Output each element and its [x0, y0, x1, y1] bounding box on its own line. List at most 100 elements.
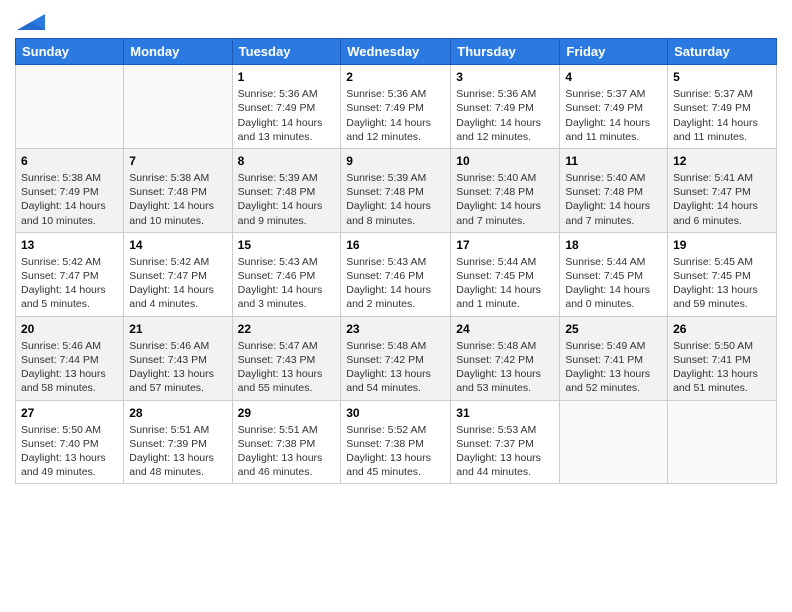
day-number: 30: [346, 405, 445, 421]
day-number: 29: [238, 405, 336, 421]
calendar-week-row: 6 Sunrise: 5:38 AM Sunset: 7:49 PM Daylig…: [16, 148, 777, 232]
calendar-cell: 29 Sunrise: 5:51 AM Sunset: 7:38 PM Dayli…: [232, 400, 341, 484]
weekday-header-saturday: Saturday: [668, 39, 777, 65]
calendar-cell: 21 Sunrise: 5:46 AM Sunset: 7:43 PM Dayli…: [124, 316, 232, 400]
day-info: Sunrise: 5:53 AM Sunset: 7:37 PM Dayligh…: [456, 423, 554, 480]
day-number: 2: [346, 69, 445, 85]
day-info: Sunrise: 5:48 AM Sunset: 7:42 PM Dayligh…: [456, 339, 554, 396]
day-number: 16: [346, 237, 445, 253]
weekday-header-monday: Monday: [124, 39, 232, 65]
calendar-cell: [16, 65, 124, 149]
day-info: Sunrise: 5:50 AM Sunset: 7:41 PM Dayligh…: [673, 339, 771, 396]
day-info: Sunrise: 5:36 AM Sunset: 7:49 PM Dayligh…: [346, 87, 445, 144]
calendar-week-row: 1 Sunrise: 5:36 AM Sunset: 7:49 PM Daylig…: [16, 65, 777, 149]
day-number: 24: [456, 321, 554, 337]
day-info: Sunrise: 5:39 AM Sunset: 7:48 PM Dayligh…: [346, 171, 445, 228]
day-info: Sunrise: 5:38 AM Sunset: 7:49 PM Dayligh…: [21, 171, 118, 228]
day-number: 8: [238, 153, 336, 169]
day-number: 31: [456, 405, 554, 421]
day-number: 21: [129, 321, 226, 337]
day-info: Sunrise: 5:40 AM Sunset: 7:48 PM Dayligh…: [456, 171, 554, 228]
calendar-cell: 23Sunrise: 5:48 AM Sunset: 7:42 PM Dayli…: [341, 316, 451, 400]
weekday-header-wednesday: Wednesday: [341, 39, 451, 65]
day-info: Sunrise: 5:41 AM Sunset: 7:47 PM Dayligh…: [673, 171, 771, 228]
day-number: 26: [673, 321, 771, 337]
day-info: Sunrise: 5:46 AM Sunset: 7:43 PM Dayligh…: [129, 339, 226, 396]
day-info: Sunrise: 5:45 AM Sunset: 7:45 PM Dayligh…: [673, 255, 771, 312]
day-info: Sunrise: 5:38 AM Sunset: 7:48 PM Dayligh…: [129, 171, 226, 228]
day-number: 22: [238, 321, 336, 337]
calendar-week-row: 13Sunrise: 5:42 AM Sunset: 7:47 PM Dayli…: [16, 232, 777, 316]
calendar-table: SundayMondayTuesdayWednesdayThursdayFrid…: [15, 38, 777, 484]
day-info: Sunrise: 5:39 AM Sunset: 7:48 PM Dayligh…: [238, 171, 336, 228]
day-info: Sunrise: 5:37 AM Sunset: 7:49 PM Dayligh…: [565, 87, 662, 144]
weekday-header-sunday: Sunday: [16, 39, 124, 65]
day-number: 9: [346, 153, 445, 169]
day-number: 15: [238, 237, 336, 253]
calendar-cell: 12 Sunrise: 5:41 AM Sunset: 7:47 PM Dayli…: [668, 148, 777, 232]
day-number: 4: [565, 69, 662, 85]
day-number: 18: [565, 237, 662, 253]
logo: [15, 14, 45, 30]
day-info: Sunrise: 5:51 AM Sunset: 7:38 PM Dayligh…: [238, 423, 336, 480]
calendar-cell: [560, 400, 668, 484]
calendar-cell: 14Sunrise: 5:42 AM Sunset: 7:47 PM Dayli…: [124, 232, 232, 316]
calendar-cell: [668, 400, 777, 484]
day-number: 6: [21, 153, 118, 169]
day-info: Sunrise: 5:40 AM Sunset: 7:48 PM Dayligh…: [565, 171, 662, 228]
day-number: 5: [673, 69, 771, 85]
day-info: Sunrise: 5:44 AM Sunset: 7:45 PM Dayligh…: [565, 255, 662, 312]
calendar-cell: 20 Sunrise: 5:46 AM Sunset: 7:44 PM Dayli…: [16, 316, 124, 400]
day-info: Sunrise: 5:44 AM Sunset: 7:45 PM Dayligh…: [456, 255, 554, 312]
day-info: Sunrise: 5:46 AM Sunset: 7:44 PM Dayligh…: [21, 339, 118, 396]
weekday-header-thursday: Thursday: [451, 39, 560, 65]
calendar-cell: 24 Sunrise: 5:48 AM Sunset: 7:42 PM Dayli…: [451, 316, 560, 400]
day-number: 28: [129, 405, 226, 421]
day-info: Sunrise: 5:36 AM Sunset: 7:49 PM Dayligh…: [238, 87, 336, 144]
day-number: 17: [456, 237, 554, 253]
calendar-cell: 15 Sunrise: 5:43 AM Sunset: 7:46 PM Dayli…: [232, 232, 341, 316]
day-info: Sunrise: 5:43 AM Sunset: 7:46 PM Dayligh…: [346, 255, 445, 312]
calendar-cell: 2 Sunrise: 5:36 AM Sunset: 7:49 PM Daylig…: [341, 65, 451, 149]
day-number: 1: [238, 69, 336, 85]
day-info: Sunrise: 5:51 AM Sunset: 7:39 PM Dayligh…: [129, 423, 226, 480]
calendar-cell: [124, 65, 232, 149]
logo-icon: [17, 14, 45, 30]
calendar-cell: 18 Sunrise: 5:44 AM Sunset: 7:45 PM Dayli…: [560, 232, 668, 316]
weekday-header-row: SundayMondayTuesdayWednesdayThursdayFrid…: [16, 39, 777, 65]
calendar-cell: 4 Sunrise: 5:37 AM Sunset: 7:49 PM Daylig…: [560, 65, 668, 149]
day-number: 11: [565, 153, 662, 169]
day-number: 14: [129, 237, 226, 253]
calendar-week-row: 27 Sunrise: 5:50 AM Sunset: 7:40 PM Dayli…: [16, 400, 777, 484]
day-number: 20: [21, 321, 118, 337]
calendar-cell: 19 Sunrise: 5:45 AM Sunset: 7:45 PM Dayli…: [668, 232, 777, 316]
calendar-cell: 9 Sunrise: 5:39 AM Sunset: 7:48 PM Daylig…: [341, 148, 451, 232]
day-info: Sunrise: 5:42 AM Sunset: 7:47 PM Dayligh…: [21, 255, 118, 312]
calendar-cell: 25Sunrise: 5:49 AM Sunset: 7:41 PM Dayli…: [560, 316, 668, 400]
weekday-header-friday: Friday: [560, 39, 668, 65]
calendar-cell: 5 Sunrise: 5:37 AM Sunset: 7:49 PM Daylig…: [668, 65, 777, 149]
page-header: [15, 10, 777, 30]
calendar-cell: 11 Sunrise: 5:40 AM Sunset: 7:48 PM Dayli…: [560, 148, 668, 232]
day-number: 7: [129, 153, 226, 169]
day-info: Sunrise: 5:43 AM Sunset: 7:46 PM Dayligh…: [238, 255, 336, 312]
calendar-week-row: 20 Sunrise: 5:46 AM Sunset: 7:44 PM Dayli…: [16, 316, 777, 400]
day-info: Sunrise: 5:49 AM Sunset: 7:41 PM Dayligh…: [565, 339, 662, 396]
calendar-cell: 7 Sunrise: 5:38 AM Sunset: 7:48 PM Daylig…: [124, 148, 232, 232]
calendar-cell: 8 Sunrise: 5:39 AM Sunset: 7:48 PM Daylig…: [232, 148, 341, 232]
day-info: Sunrise: 5:47 AM Sunset: 7:43 PM Dayligh…: [238, 339, 336, 396]
day-info: Sunrise: 5:50 AM Sunset: 7:40 PM Dayligh…: [21, 423, 118, 480]
calendar-cell: 27 Sunrise: 5:50 AM Sunset: 7:40 PM Dayli…: [16, 400, 124, 484]
calendar-cell: 26 Sunrise: 5:50 AM Sunset: 7:41 PM Dayli…: [668, 316, 777, 400]
day-number: 19: [673, 237, 771, 253]
day-info: Sunrise: 5:37 AM Sunset: 7:49 PM Dayligh…: [673, 87, 771, 144]
calendar-cell: 1 Sunrise: 5:36 AM Sunset: 7:49 PM Daylig…: [232, 65, 341, 149]
day-number: 10: [456, 153, 554, 169]
day-info: Sunrise: 5:36 AM Sunset: 7:49 PM Dayligh…: [456, 87, 554, 144]
calendar-cell: 28 Sunrise: 5:51 AM Sunset: 7:39 PM Dayli…: [124, 400, 232, 484]
day-info: Sunrise: 5:52 AM Sunset: 7:38 PM Dayligh…: [346, 423, 445, 480]
day-number: 27: [21, 405, 118, 421]
day-number: 12: [673, 153, 771, 169]
calendar-cell: 17 Sunrise: 5:44 AM Sunset: 7:45 PM Dayli…: [451, 232, 560, 316]
calendar-cell: 22 Sunrise: 5:47 AM Sunset: 7:43 PM Dayli…: [232, 316, 341, 400]
